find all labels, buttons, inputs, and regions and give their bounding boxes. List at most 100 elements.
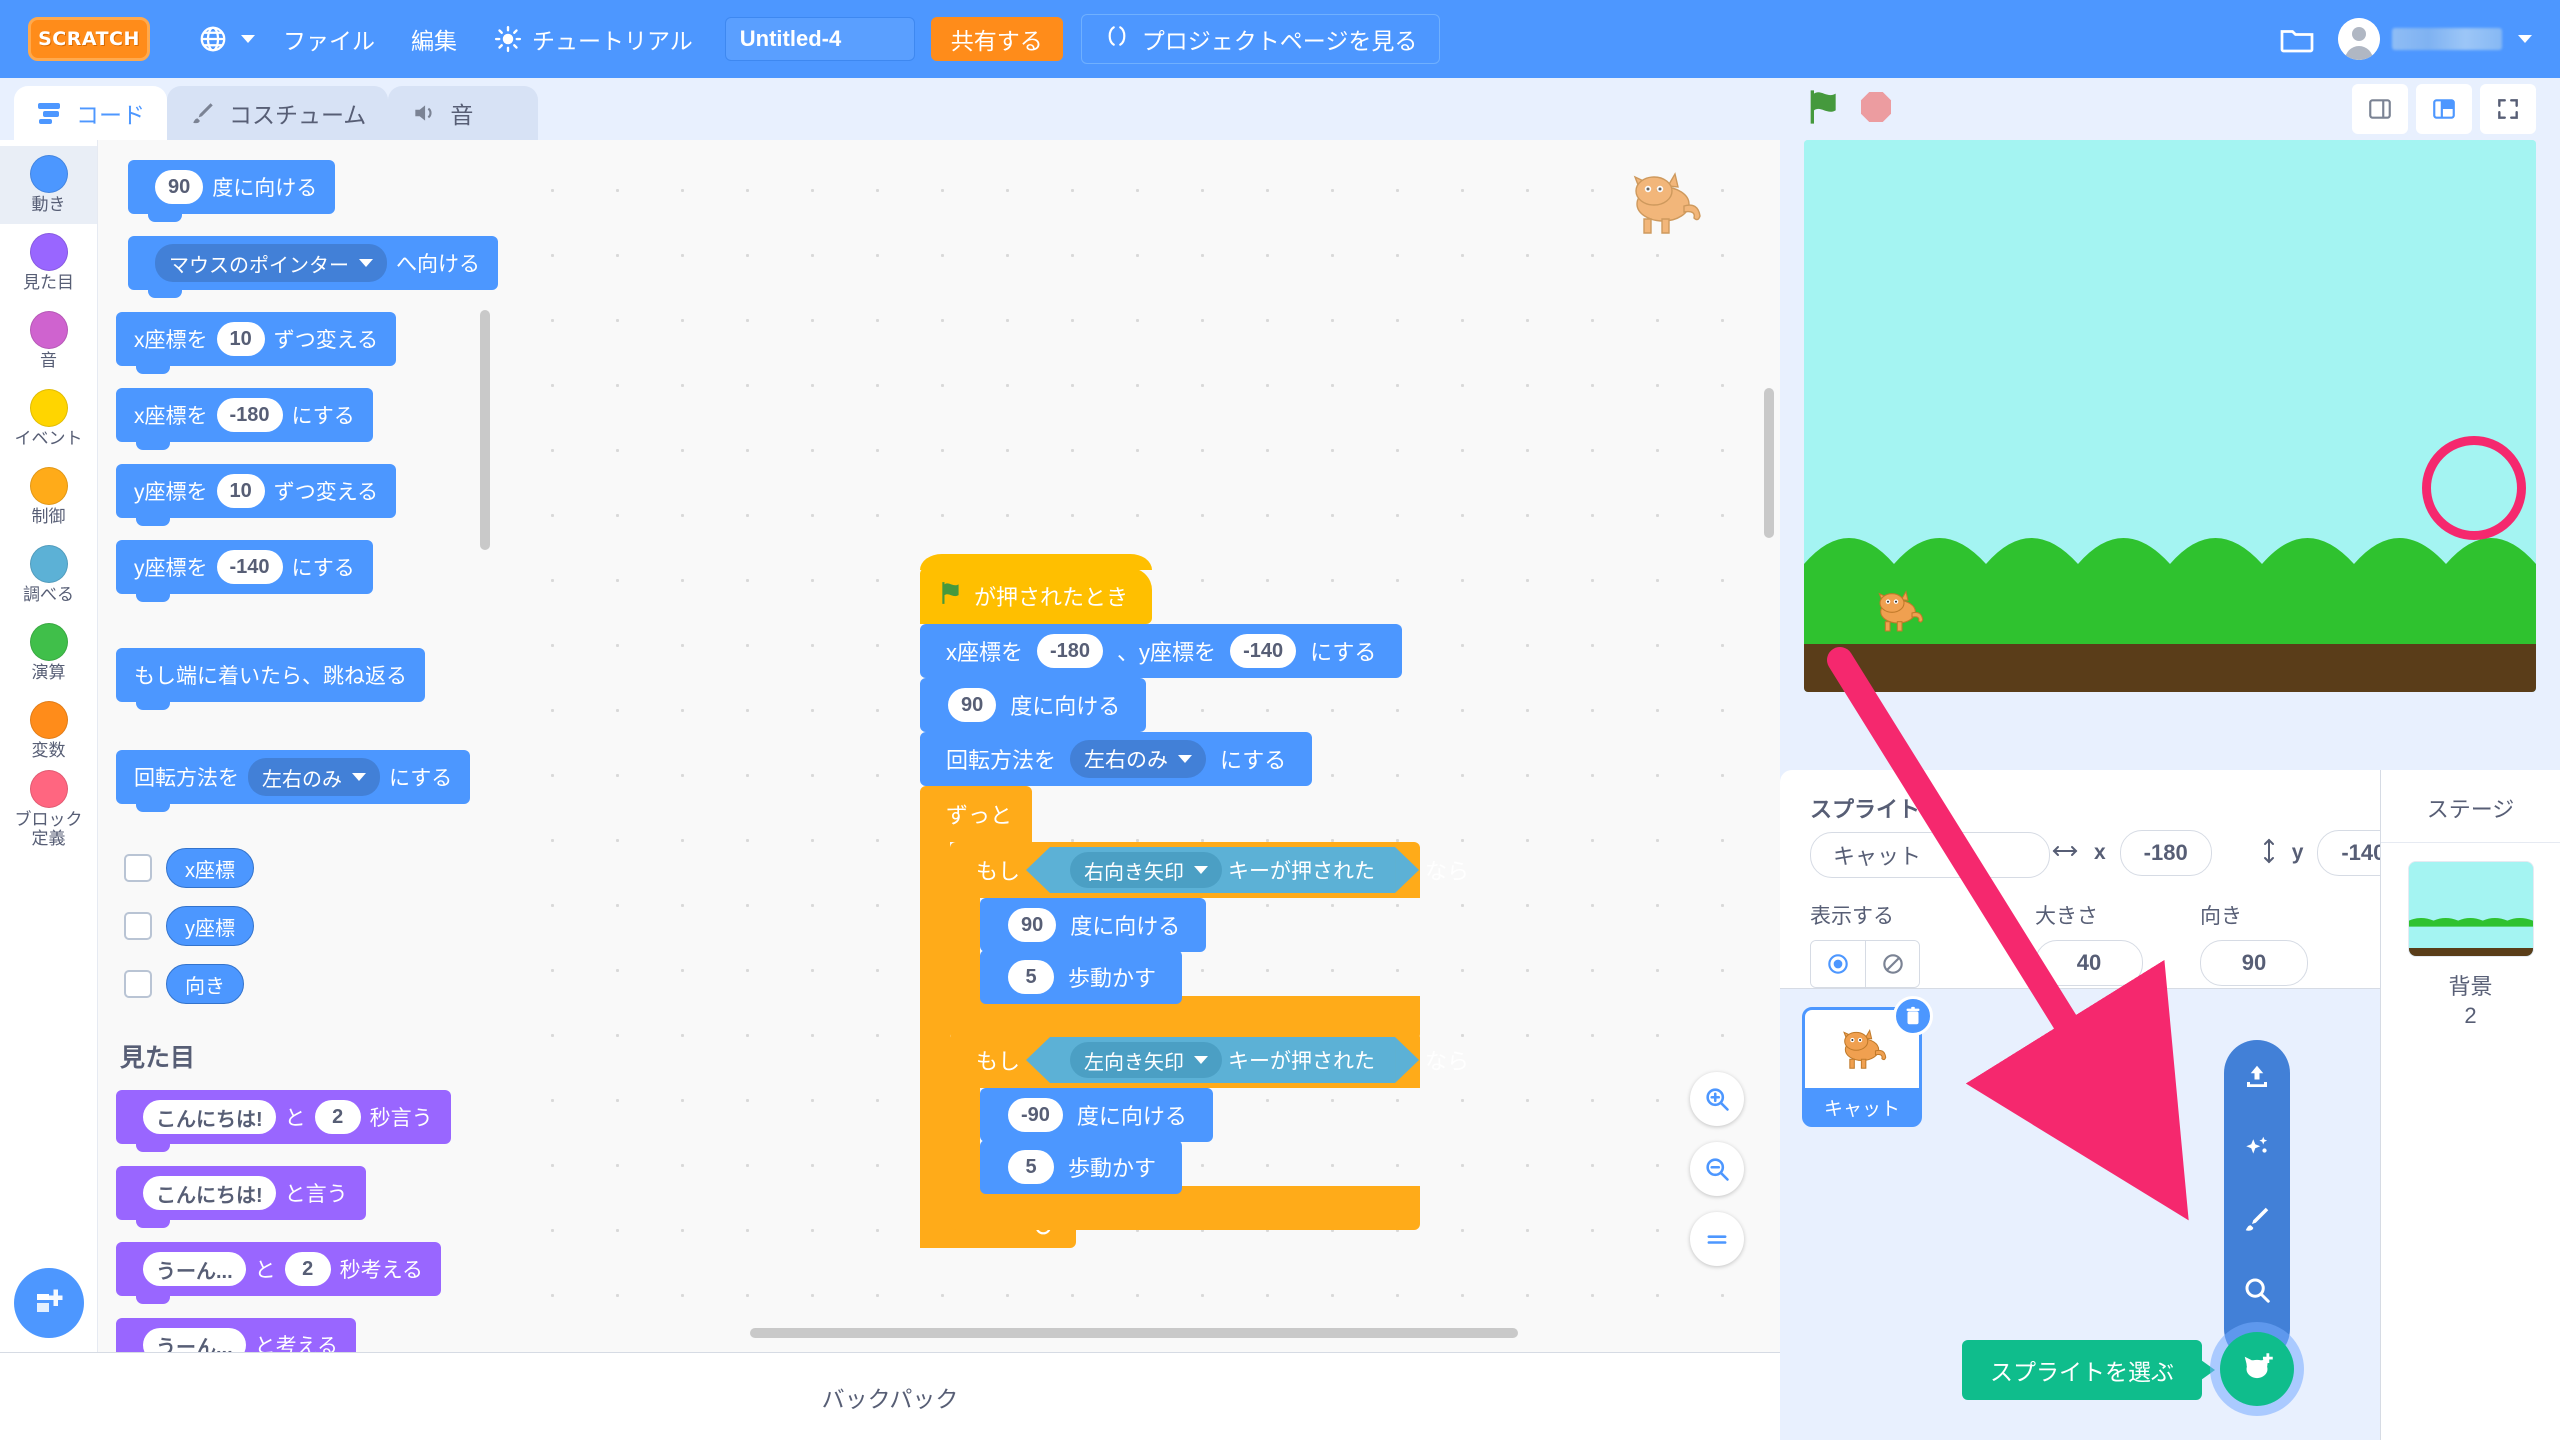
large-stage-icon[interactable] <box>2416 84 2472 134</box>
palette-block-point-towards[interactable]: マウスのポインター へ向ける <box>128 236 498 298</box>
script-block-point-in-direction-right[interactable]: 90 度に向ける <box>980 898 1207 952</box>
script-block-if-left-header[interactable]: もし 左向き矢印 キーが押された なら <box>950 1032 1469 1088</box>
delete-sprite-icon[interactable] <box>1893 996 1933 1036</box>
palette-block-value[interactable]: 90 <box>155 170 204 204</box>
palette-block-if-on-edge-bounce[interactable]: もし端に着いたら、跳ね返る <box>116 648 425 710</box>
file-menu[interactable]: ファイル <box>265 0 393 78</box>
show-sprite-icon[interactable] <box>1811 941 1865 987</box>
category-sensing[interactable]: 調べる <box>0 536 97 614</box>
stage[interactable] <box>1804 140 2536 692</box>
reporter-checkbox-direction[interactable] <box>124 970 152 998</box>
zoom-out-icon[interactable] <box>1690 1142 1744 1196</box>
palette-block-value[interactable]: こんにちは! <box>143 1176 276 1210</box>
point-right-value[interactable]: 90 <box>1008 908 1057 942</box>
tab-sounds[interactable]: 音 <box>388 86 539 140</box>
category-operators[interactable]: 演算 <box>0 614 97 692</box>
sprite-direction-value[interactable]: 90 <box>2200 940 2308 986</box>
project-title-input[interactable] <box>724 17 915 61</box>
script-block-forever-header[interactable]: ずっと <box>920 786 1032 842</box>
go-to-x-value[interactable]: -180 <box>1037 634 1104 668</box>
palette-block-change-y-by[interactable]: y座標を 10 ずつ変える <box>116 464 397 526</box>
zoom-reset-icon[interactable] <box>1690 1212 1744 1266</box>
tutorial-menu[interactable]: チュートリアル <box>475 0 711 78</box>
sprite-tile-cat[interactable]: キャット <box>1802 996 1933 1127</box>
palette-block-say[interactable]: こんにちは! と言う <box>116 1166 366 1228</box>
tab-costumes[interactable]: コスチューム <box>167 86 389 140</box>
script-block-if-right-header[interactable]: もし 右向き矢印 キーが押された なら <box>950 842 1469 898</box>
canvas-horizontal-scrollbar[interactable] <box>750 1328 1518 1338</box>
scratch-logo[interactable]: SCRATCH <box>28 17 150 61</box>
stop-button[interactable] <box>1858 89 1894 130</box>
sprite-x-value[interactable]: -180 <box>2119 830 2212 876</box>
palette-block-value[interactable]: こんにちは! <box>143 1100 276 1134</box>
search-icon[interactable] <box>2242 1275 2272 1310</box>
zoom-in-icon[interactable] <box>1690 1072 1744 1126</box>
script-block-move-steps-left[interactable]: 5 歩動かす <box>980 1140 1183 1194</box>
green-flag-button[interactable] <box>1804 87 1844 132</box>
sprite-size-value[interactable]: 40 <box>2035 940 2143 986</box>
palette-block-change-x-by[interactable]: x座標を 10 ずつ変える <box>116 312 397 374</box>
point-direction-value[interactable]: 90 <box>948 688 997 722</box>
category-events[interactable]: イベント <box>0 380 97 458</box>
block-palette[interactable]: 90 度に向ける マウスのポインター へ向ける x座標を 10 ずつ変える x座… <box>98 140 498 1352</box>
surprise-icon[interactable] <box>2242 1133 2272 1168</box>
move-right-value[interactable]: 5 <box>1008 960 1054 994</box>
sprite-name-input[interactable] <box>1810 832 2050 878</box>
folder-icon[interactable] <box>2278 24 2316 54</box>
point-left-value[interactable]: -90 <box>1008 1098 1063 1132</box>
small-stage-icon[interactable] <box>2352 84 2408 134</box>
category-control[interactable]: 制御 <box>0 458 97 536</box>
palette-block-value[interactable]: 10 <box>216 322 265 356</box>
palette-reporter-direction[interactable]: 向き <box>166 964 244 1004</box>
palette-block-dropdown[interactable]: 左右のみ <box>248 758 380 796</box>
rotation-dropdown[interactable]: 左右のみ <box>1070 740 1207 778</box>
palette-block-set-x-to[interactable]: x座標を -180 にする <box>116 388 373 450</box>
script-block-set-rotation-style[interactable]: 回転方法を 左右のみ にする <box>920 732 1313 786</box>
move-left-value[interactable]: 5 <box>1008 1150 1054 1184</box>
palette-scrollbar[interactable] <box>480 310 490 550</box>
script-hat-when-flag-clicked[interactable]: が押されたとき <box>920 554 1153 624</box>
palette-block-think-for-secs[interactable]: うーん... と 2 秒考える <box>116 1242 442 1304</box>
share-button[interactable]: 共有する <box>930 17 1063 61</box>
script-block-go-to-xy[interactable]: x座標を -180 、y座標を -140 にする <box>920 624 1403 678</box>
palette-block-think[interactable]: うーん... と考える <box>116 1318 357 1352</box>
script-block-point-in-direction-left[interactable]: -90 度に向ける <box>980 1088 1213 1142</box>
reporter-checkbox-x[interactable] <box>124 854 152 882</box>
key-pressed-right-boolean[interactable]: 右向き矢印 キーが押された <box>1026 847 1420 893</box>
stage-sprite-cat[interactable] <box>1866 585 1930 642</box>
key-dropdown-left[interactable]: 左向き矢印 <box>1070 1042 1223 1078</box>
backpack-bar[interactable]: バックパック <box>0 1352 1780 1440</box>
fullscreen-icon[interactable] <box>2480 84 2536 134</box>
see-project-page-button[interactable]: プロジェクトページを見る <box>1080 14 1441 64</box>
canvas-vertical-scrollbar[interactable] <box>1764 388 1774 538</box>
category-my-blocks[interactable]: ブロック定義 <box>0 770 97 848</box>
category-variables[interactable]: 変数 <box>0 692 97 770</box>
palette-block-value-2[interactable]: 2 <box>284 1252 331 1286</box>
palette-reporter-x[interactable]: x座標 <box>166 848 254 888</box>
hide-sprite-icon[interactable] <box>1865 941 1919 987</box>
category-looks[interactable]: 見た目 <box>0 224 97 302</box>
category-motion[interactable]: 動き <box>0 146 97 224</box>
code-canvas[interactable]: が押されたとき x座標を -180 、y座標を -140 にする 90 度に向け… <box>498 140 1780 1352</box>
tab-code[interactable]: コード <box>14 86 167 140</box>
palette-block-say-for-secs[interactable]: こんにちは! と 2 秒言う <box>116 1090 451 1152</box>
script-block-point-in-direction[interactable]: 90 度に向ける <box>920 678 1147 732</box>
category-sound[interactable]: 音 <box>0 302 97 380</box>
account-menu[interactable] <box>2338 18 2532 60</box>
palette-block-value[interactable]: うーん... <box>143 1328 246 1352</box>
add-sprite-button[interactable] <box>2220 1332 2294 1406</box>
palette-block-set-y-to[interactable]: y座標を -140 にする <box>116 540 373 602</box>
key-dropdown-right[interactable]: 右向き矢印 <box>1070 852 1223 888</box>
add-extension-button[interactable] <box>14 1268 84 1338</box>
palette-block-value[interactable]: -180 <box>216 398 283 432</box>
palette-block-set-rotation-style[interactable]: 回転方法を 左右のみ にする <box>116 750 471 812</box>
stage-thumbnail[interactable] <box>2407 861 2534 957</box>
language-selector[interactable] <box>180 0 265 78</box>
key-pressed-left-boolean[interactable]: 左向き矢印 キーが押された <box>1026 1037 1420 1083</box>
reporter-checkbox-y[interactable] <box>124 912 152 940</box>
edit-menu[interactable]: 編集 <box>393 0 475 78</box>
palette-block-dropdown[interactable]: マウスのポインター <box>155 244 387 282</box>
script-block-move-steps-right[interactable]: 5 歩動かす <box>980 950 1183 1004</box>
palette-reporter-y[interactable]: y座標 <box>166 906 254 946</box>
palette-block-point-in-direction[interactable]: 90 度に向ける <box>128 160 336 222</box>
